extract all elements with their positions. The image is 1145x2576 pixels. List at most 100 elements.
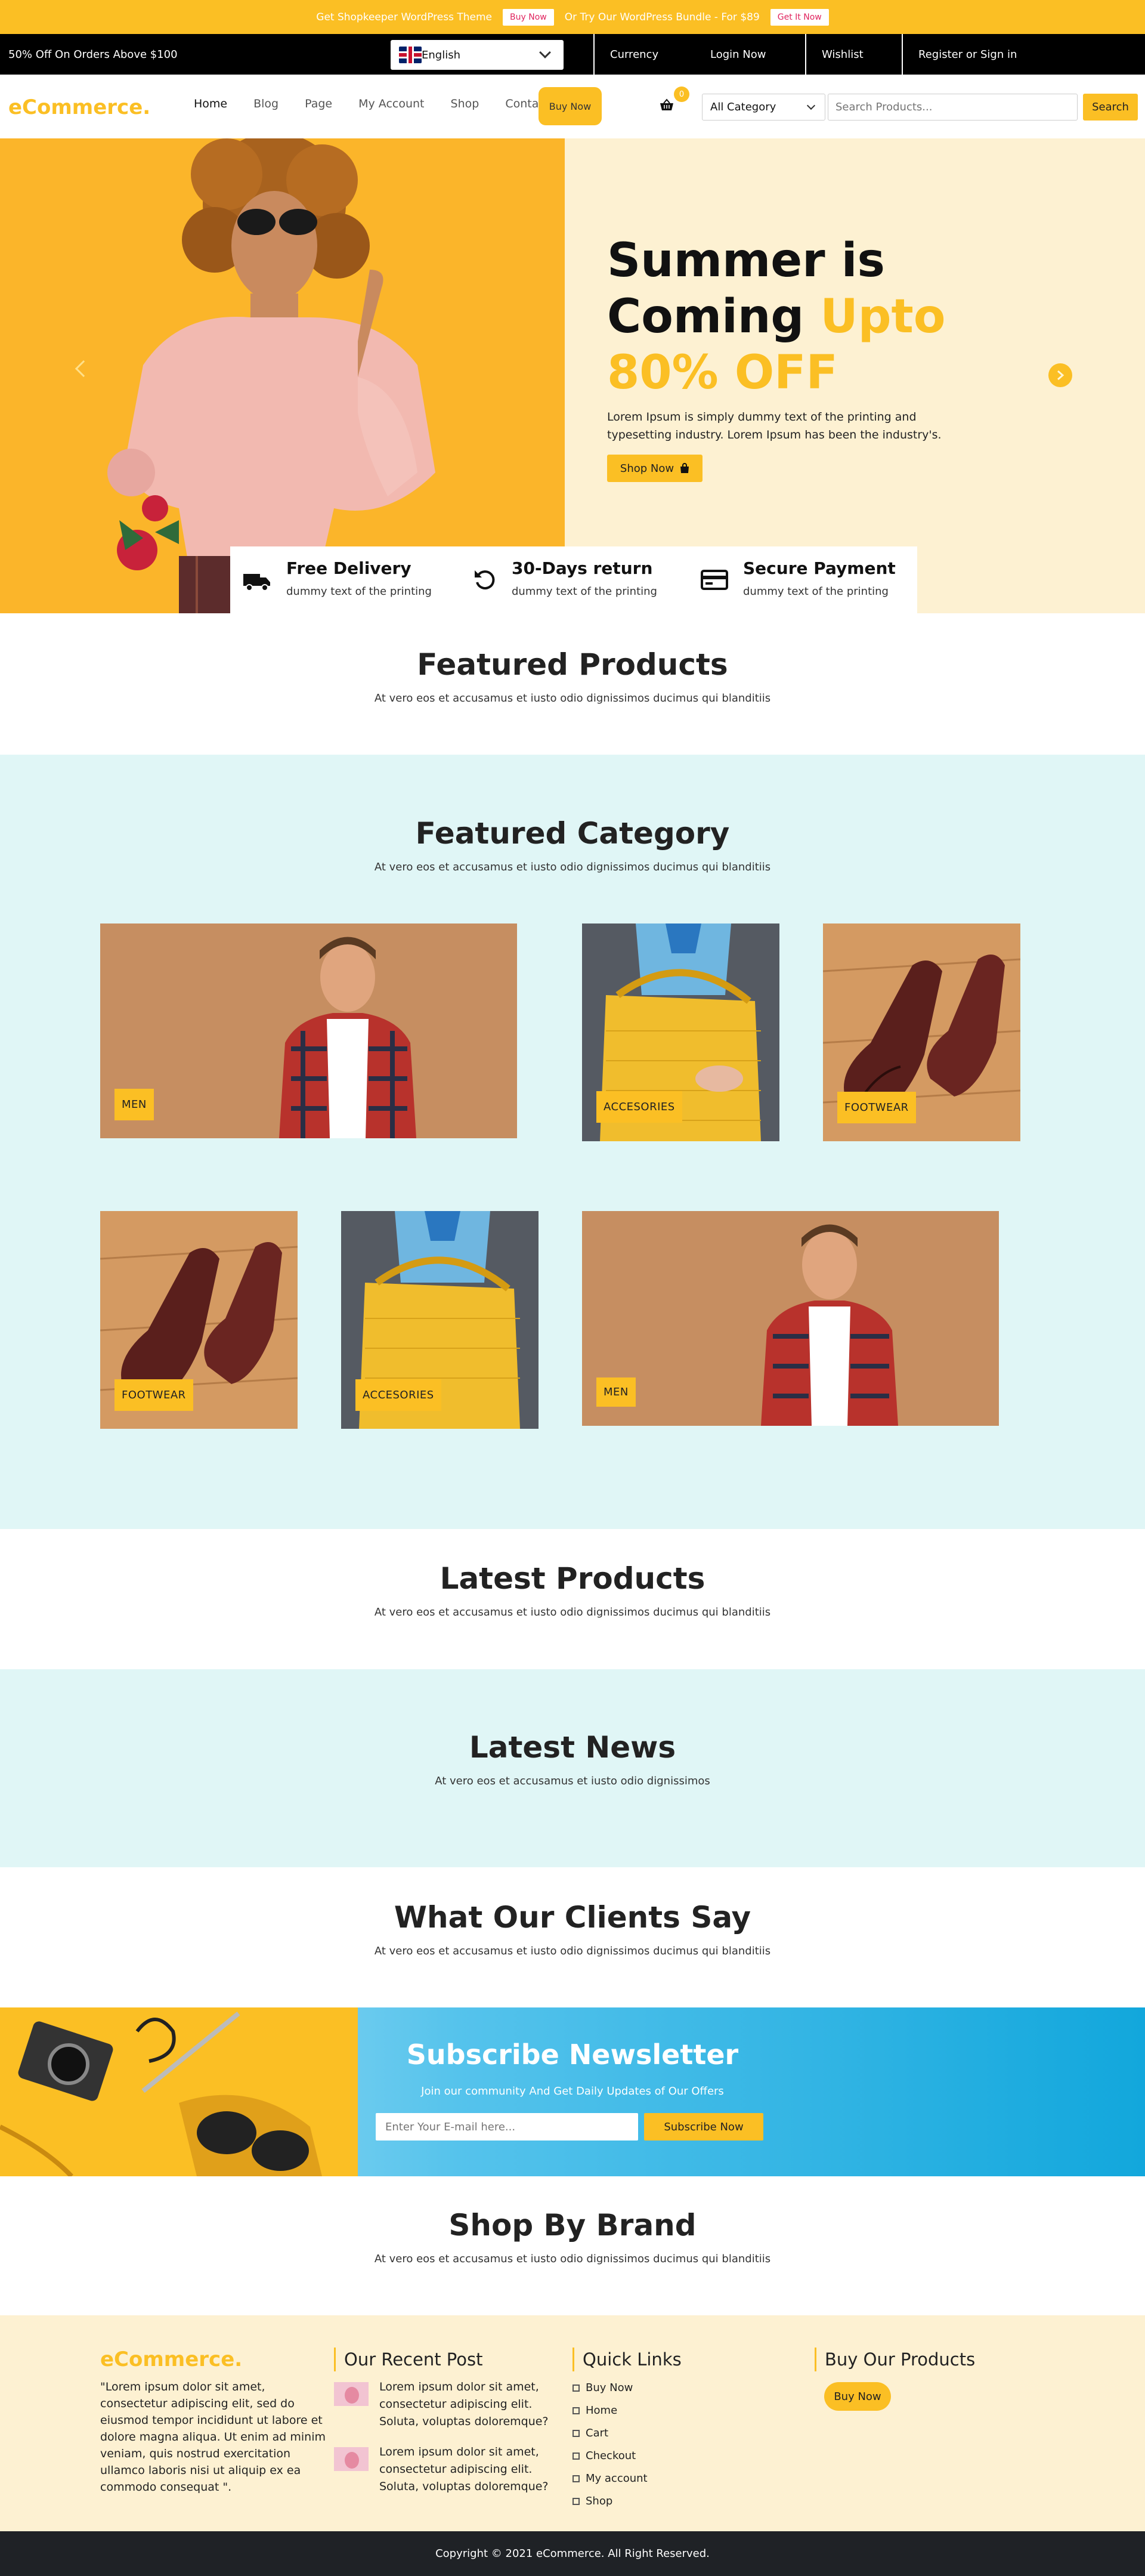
footer-recent-posts: Our Recent Post Lorem ipsum dolor sit am… (334, 2348, 549, 2495)
category-tag: MEN (596, 1377, 636, 1407)
wishlist-link[interactable]: Wishlist (805, 34, 864, 75)
category-select[interactable]: All Category (702, 94, 825, 121)
recent-post-item[interactable]: Lorem ipsum dolor sit amet, consectetur … (334, 2379, 549, 2430)
search-input[interactable] (828, 94, 1078, 121)
nav-page[interactable]: Page (305, 97, 332, 110)
main-nav: eCommerce. Home Blog Page My Account Sho… (0, 75, 1145, 138)
language-select[interactable]: English (391, 40, 564, 70)
category-card-men[interactable]: MEN (100, 923, 517, 1138)
category-card-footwear[interactable]: FOOTWEAR (100, 1211, 298, 1429)
square-bullet-icon (572, 2384, 580, 2392)
hero-paragraph: Lorem Ipsum is simply dummy text of the … (607, 410, 942, 441)
nav-my-account[interactable]: My Account (358, 97, 424, 110)
login-link[interactable]: Login Now (695, 34, 766, 75)
men-image (582, 1211, 999, 1426)
promo-text: Get Shopkeeper WordPress Theme (316, 11, 493, 23)
promo-bar: Get Shopkeeper WordPress Theme Buy Now O… (0, 0, 1145, 34)
quick-link-my-account[interactable]: My account (572, 2472, 682, 2485)
footer: eCommerce. "Lorem ipsum dolor sit amet, … (0, 2315, 1145, 2531)
category-tag: ACCESORIES (596, 1091, 682, 1123)
category-card-accessories[interactable]: ACCESORIES (341, 1211, 539, 1429)
brand-title: Shop By Brand (448, 2208, 697, 2243)
chevron-down-icon (806, 101, 816, 110)
brand-sub: At vero eos et accusamus et iusto odio d… (374, 2253, 771, 2265)
post-text: Lorem ipsum dolor sit amet, consectetur … (379, 2445, 549, 2493)
search-button[interactable]: Search (1083, 94, 1138, 121)
post-text: Lorem ipsum dolor sit amet, consectetur … (379, 2380, 549, 2428)
return-icon (475, 570, 495, 590)
currency-link[interactable]: Currency (593, 34, 658, 75)
quick-links-heading: Quick Links (572, 2348, 682, 2371)
promo-bundle-text: Or Try Our WordPress Bundle - For $89 (564, 11, 760, 23)
footer-logo[interactable]: eCommerce. (100, 2348, 333, 2371)
quick-link-label: Checkout (586, 2450, 636, 2462)
nav-menu: Home Blog Page My Account Shop Contact (194, 97, 575, 110)
category-tag: ACCESORIES (355, 1379, 441, 1411)
featured-products-title: Featured Products (417, 647, 728, 682)
featured-products-sub: At vero eos et accusamus et iusto odio d… (374, 692, 771, 705)
recent-post-item[interactable]: Lorem ipsum dolor sit amet, consectetur … (334, 2444, 549, 2495)
copyright-bar: Copyright © 2021 eCommerce. All Right Re… (0, 2531, 1145, 2576)
category-card-accessories[interactable]: ACCESORIES (582, 923, 779, 1141)
square-bullet-icon (572, 2429, 580, 2437)
post-thumbnail (334, 2447, 369, 2471)
feature-title: Free Delivery (286, 558, 411, 578)
latest-news-section: Latest News At vero eos et accusamus et … (0, 1669, 1145, 1867)
truck-icon (243, 574, 270, 591)
feature-sub: dummy text of the printing (743, 585, 889, 598)
feature-returns: 30-Days return dummy text of the printing (459, 546, 688, 613)
newsletter-title: Subscribe Newsletter (406, 2038, 739, 2071)
quick-link-label: Shop (586, 2495, 613, 2507)
latest-products-title: Latest Products (440, 1561, 705, 1596)
category-card-men[interactable]: MEN (582, 1211, 999, 1426)
hero-shop-now-button[interactable]: Shop Now (607, 455, 703, 482)
quick-link-label: My account (586, 2472, 648, 2485)
slider-next-arrow[interactable] (1048, 363, 1072, 387)
site-logo[interactable]: eCommerce. (8, 95, 150, 119)
nav-home[interactable]: Home (194, 97, 227, 110)
latest-products-sub: At vero eos et accusamus et iusto odio d… (374, 1606, 771, 1619)
feature-free-delivery: Free Delivery dummy text of the printing (230, 546, 459, 613)
quick-link-shop[interactable]: Shop (572, 2495, 682, 2507)
register-link[interactable]: Register or Sign in (902, 34, 1017, 75)
post-thumbnail (334, 2382, 369, 2406)
hero-slider: Summer is Coming Upto 80% OFF Lorem Ipsu… (0, 138, 1145, 613)
quick-link-checkout[interactable]: Checkout (572, 2450, 682, 2462)
hero-line1: Summer is (607, 234, 885, 288)
category-label: All Category (710, 101, 776, 113)
email-input[interactable] (376, 2113, 638, 2141)
hero-line2-accent: Upto (820, 290, 946, 344)
top-bar: 50% Off On Orders Above $100 English Cur… (0, 34, 1145, 75)
footer-about: eCommerce. "Lorem ipsum dolor sit amet, … (100, 2348, 333, 2495)
shopping-bag-icon (680, 463, 689, 473)
quick-link-buy-now[interactable]: Buy Now (572, 2382, 682, 2394)
nav-blog[interactable]: Blog (253, 97, 278, 110)
category-card-footwear[interactable]: FOOTWEAR (823, 923, 1020, 1141)
quick-link-label: Buy Now (586, 2382, 633, 2394)
language-label: English (422, 48, 460, 61)
feature-secure-payment: Secure Payment dummy text of the printing (688, 546, 917, 613)
nav-shop[interactable]: Shop (451, 97, 479, 110)
nav-buy-now-button[interactable]: Buy Now (539, 87, 602, 125)
cart-count-badge: 0 (674, 87, 689, 102)
square-bullet-icon (572, 2475, 580, 2482)
buy-products-heading: Buy Our Products (815, 2348, 975, 2371)
quick-link-home[interactable]: Home (572, 2404, 682, 2417)
promo-get-it-now-button[interactable]: Get It Now (770, 8, 829, 26)
category-tag: FOOTWEAR (837, 1092, 916, 1123)
footer-buy-now-button[interactable]: Buy Now (824, 2382, 891, 2411)
clients-sub: At vero eos et accusamus et iusto odio d… (374, 1945, 771, 1957)
square-bullet-icon (572, 2497, 580, 2505)
footer-buy-products: Buy Our Products Buy Now (815, 2348, 975, 2411)
subscribe-button[interactable]: Subscribe Now (644, 2113, 763, 2141)
featured-category-title: Featured Category (415, 816, 730, 851)
latest-news-title: Latest News (469, 1730, 676, 1765)
features-strip: Free Delivery dummy text of the printing … (230, 546, 917, 613)
cart-icon[interactable] (659, 98, 674, 113)
category-tag: MEN (114, 1089, 154, 1120)
quick-link-cart[interactable]: Cart (572, 2427, 682, 2439)
clients-title: What Our Clients Say (394, 1900, 751, 1935)
shop-now-label: Shop Now (620, 462, 674, 475)
hero-line2-dark: Coming (607, 290, 821, 344)
promo-buy-now-button[interactable]: Buy Now (503, 8, 554, 26)
